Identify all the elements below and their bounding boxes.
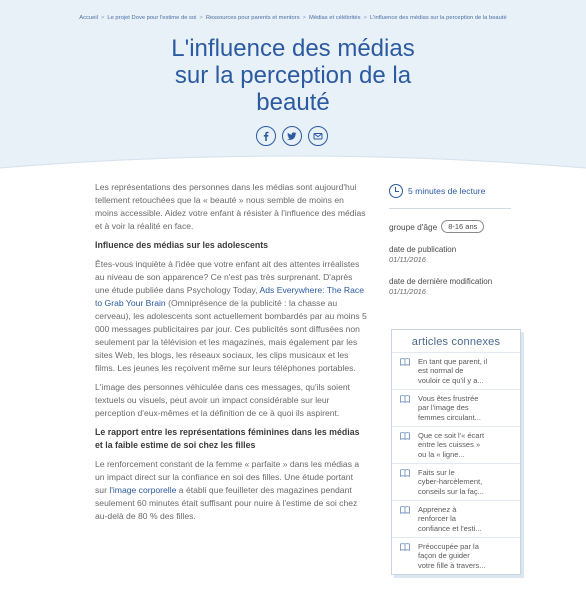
book-icon (400, 506, 410, 532)
related-article-item[interactable]: Faits sur le cyber-harcèlement, conseils s… (392, 463, 520, 500)
article-body: Les représentations des personnes dans l… (95, 181, 367, 529)
related-article-item[interactable]: Apprenez à renforcer la confiance et l'est… (392, 500, 520, 537)
email-share-button[interactable] (308, 126, 328, 146)
related-article-text: Faits sur le cyber-harcèlement, conseils s… (418, 468, 484, 496)
article-paragraph: Êtes-vous inquiète à l'idée que votre en… (95, 258, 367, 375)
related-article-line: vouloir ce qu'il y a... (418, 375, 484, 385)
breadcrumb-current: L'influence des médias sur la perception… (369, 15, 507, 21)
related-article-item[interactable]: Vous êtes frustrée par l'image des femmes … (392, 389, 520, 426)
page-title-line-1: L'influence des médias (171, 35, 415, 62)
article-paragraph: Le renforcement constant de la femme « p… (95, 458, 367, 523)
modification-date-label: date de dernière modification (389, 277, 493, 286)
related-articles-title: articles connexes (411, 336, 501, 348)
related-article-line: conseils sur la faç... (418, 486, 484, 496)
related-articles: articles connexes En tant que parent, il… (391, 329, 521, 575)
breadcrumb-separator: > (302, 15, 306, 21)
related-article-line: Que ce soit l'« écart (418, 431, 485, 440)
page-title-line-3: beauté (256, 89, 330, 116)
related-article-text: Apprenez à renforcer la confiance et l'est… (418, 505, 482, 533)
related-article-text: Préoccupée par la façon de guider votre fi… (418, 542, 486, 570)
breadcrumb-resources[interactable]: Ressources pour parents et mentors (206, 15, 300, 21)
body-image-link[interactable]: l'image corporelle (109, 485, 176, 495)
page-title-line-2: sur la perception de la (174, 62, 412, 89)
breadcrumb: Accueil > Le projet Dove pour l'estime de … (0, 15, 586, 21)
share-buttons (256, 126, 328, 146)
read-time: 5 minutes de lecture (389, 184, 511, 209)
paragraph-text: (Omniprésence de la publicité : la chass… (95, 298, 367, 373)
hero-curve (0, 155, 586, 178)
book-icon (400, 395, 410, 421)
breadcrumb-dove-project[interactable]: Le projet Dove pour l'estime de soi (107, 15, 196, 21)
age-group: groupe d'âge 8-16 ans (389, 220, 519, 233)
email-icon (313, 133, 323, 140)
related-article-line: Préoccupée par la (418, 542, 479, 551)
related-article-text: En tant que parent, il est normal de voulo… (418, 357, 488, 385)
article-intro: Les représentations des personnes dans l… (95, 182, 366, 231)
related-article-text: Que ce soit l'« écart entre les cuisses »… (418, 431, 485, 459)
age-group-badge: 8-16 ans (441, 220, 485, 233)
related-article-text: Vous êtes frustrée par l'image des femmes … (418, 394, 481, 422)
related-article-line: votre fille à travers... (418, 560, 486, 570)
related-article-line: entre les cuisses » (418, 440, 481, 450)
related-article-line: Faits sur le (418, 468, 455, 477)
related-article-item[interactable]: Que ce soit l'« écart entre les cuisses »… (392, 426, 520, 463)
publication-date-label: date de publication (389, 245, 457, 254)
book-icon (400, 469, 410, 495)
twitter-share-button[interactable] (282, 126, 302, 146)
book-icon (400, 432, 410, 458)
twitter-icon (287, 132, 297, 140)
publication-date: date de publication 01/11/2016 (389, 245, 519, 265)
related-article-line: par l'image des (418, 403, 469, 413)
modification-date: date de dernière modification 01/11/2016 (389, 277, 519, 297)
article-heading-media-teens: Influence des médias sur les adolescents (95, 240, 269, 250)
page-title: L'influence des médias sur la perception… (143, 35, 443, 116)
breadcrumb-home[interactable]: Accueil (79, 15, 98, 21)
modification-date-value: 01/11/2016 (389, 287, 426, 296)
read-time-text: 5 minutes de lecture (408, 186, 486, 196)
article-sidebar: 5 minutes de lecture groupe d'âge 8-16 a… (389, 184, 519, 297)
related-article-line: confiance et l'esti... (418, 523, 482, 533)
book-icon (400, 543, 410, 569)
related-article-line: En tant que parent, il (418, 357, 488, 366)
book-icon (400, 358, 410, 384)
article-heading-self-esteem: Le rapport entre les représentations fém… (95, 427, 360, 450)
publication-date-value: 01/11/2016 (389, 255, 426, 264)
related-article-line: femmes circulant... (418, 412, 481, 422)
clock-icon (389, 184, 403, 198)
related-article-line: est normal de (418, 366, 464, 376)
related-article-item[interactable]: En tant que parent, il est normal de voulo… (392, 352, 520, 389)
age-group-label: groupe d'âge (389, 221, 438, 232)
related-article-line: cyber-harcèlement, (418, 477, 483, 487)
facebook-share-button[interactable] (256, 126, 276, 146)
related-article-item[interactable]: Préoccupée par la façon de guider votre fi… (392, 537, 520, 574)
related-article-line: ou la « ligne... (418, 449, 465, 459)
related-article-line: Vous êtes frustrée (418, 394, 479, 403)
breadcrumb-media[interactable]: Médias et célébrités (309, 15, 361, 21)
breadcrumb-separator: > (363, 15, 367, 21)
related-article-line: Apprenez à (418, 505, 457, 514)
article-paragraph: L'image des personnes véhiculée dans ces… (95, 382, 351, 418)
related-article-line: renforcer la (418, 514, 456, 524)
breadcrumb-separator: > (100, 15, 105, 21)
breadcrumb-separator: > (199, 15, 203, 21)
related-article-line: façon de guider (418, 551, 470, 561)
facebook-icon (263, 131, 269, 141)
